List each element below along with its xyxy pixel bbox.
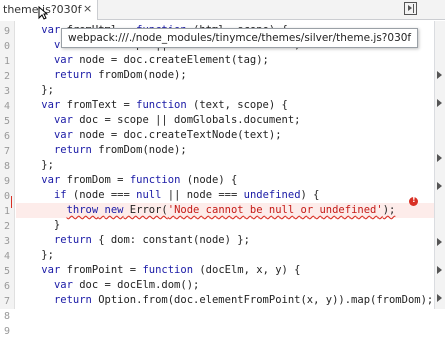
code-line[interactable]: return Option.from(doc.elementFromPoint(… <box>16 293 433 308</box>
expand-arrow-icon[interactable] <box>437 182 442 190</box>
line-number: 0 <box>3 191 10 202</box>
line-number: 9 <box>3 26 10 37</box>
code-line[interactable]: }; <box>16 248 54 263</box>
line-number: 7 <box>3 296 10 307</box>
code-line[interactable]: } <box>16 218 60 233</box>
expand-arrow-icon[interactable] <box>437 238 442 246</box>
line-number: 1 <box>3 56 10 67</box>
code-line-error[interactable]: throw new Error('Node cannot be null or … <box>16 203 434 218</box>
code-line[interactable]: var fromDom = function (node) { <box>16 173 237 188</box>
line-number: 6 <box>3 131 10 142</box>
expand-arrow-icon[interactable] <box>437 266 442 274</box>
line-number: 9 <box>3 176 10 187</box>
code-line[interactable]: return fromDom(node); <box>16 143 187 158</box>
expand-arrow-icon[interactable] <box>437 154 442 162</box>
error-line-marker <box>11 196 12 208</box>
line-number: 0 <box>3 41 10 52</box>
file-path-tooltip: webpack:///./node_modules/tinymce/themes… <box>61 28 419 48</box>
expand-arrow-icon[interactable] <box>437 294 442 302</box>
code-line[interactable]: return fromDom(node); <box>16 68 187 83</box>
line-number: 4 <box>3 251 10 262</box>
line-number: 8 <box>3 161 10 172</box>
code-line[interactable]: var node = doc.createTextNode(text); <box>16 128 282 143</box>
line-number: 2 <box>3 221 10 232</box>
tab-theme-js[interactable]: theme.js?030f × <box>0 0 98 20</box>
line-number: 9 <box>3 326 10 337</box>
line-number: 3 <box>3 236 10 247</box>
line-number: 6 <box>3 281 10 292</box>
code-line[interactable]: var doc = scope || domGlobals.document; <box>16 113 301 128</box>
line-number: 7 <box>3 146 10 157</box>
expand-arrow-icon[interactable] <box>437 71 442 79</box>
toggle-panel-icon[interactable] <box>404 2 417 15</box>
error-icon[interactable] <box>409 195 418 206</box>
line-number: 5 <box>3 116 10 127</box>
line-number: 2 <box>3 71 10 82</box>
line-number: 1 <box>3 206 10 217</box>
expand-arrow-icon[interactable] <box>437 99 442 107</box>
line-number: 5 <box>3 266 10 277</box>
line-number: 3 <box>3 86 10 97</box>
code-line[interactable]: }; <box>16 158 54 173</box>
code-line[interactable]: if (node === null || node === undefined)… <box>16 188 320 203</box>
close-icon[interactable]: × <box>83 2 92 15</box>
editor-tab-bar: theme.js?030f × <box>0 0 445 20</box>
code-line[interactable]: var fromText = function (text, scope) { <box>16 98 288 113</box>
code-line[interactable]: return { dom: constant(node) }; <box>16 233 250 248</box>
right-side-panel-strip <box>434 21 445 309</box>
code-line[interactable]: var doc = docElm.dom(); <box>16 278 199 293</box>
mouse-cursor-icon <box>38 6 48 20</box>
line-number-gutter: 9 0 1 2 3 4 5 6 7 8 9 0 1 2 3 4 5 6 7 8 9 <box>0 21 15 337</box>
code-line[interactable]: var fromPoint = function (docElm, x, y) … <box>16 263 300 278</box>
line-number: 4 <box>3 101 10 112</box>
code-line[interactable]: var node = doc.createElement(tag); <box>16 53 269 68</box>
code-editor[interactable]: var fromHtml = function (html, scope) { … <box>16 21 434 309</box>
line-number: 8 <box>3 311 10 322</box>
code-line[interactable]: }; <box>16 83 54 98</box>
